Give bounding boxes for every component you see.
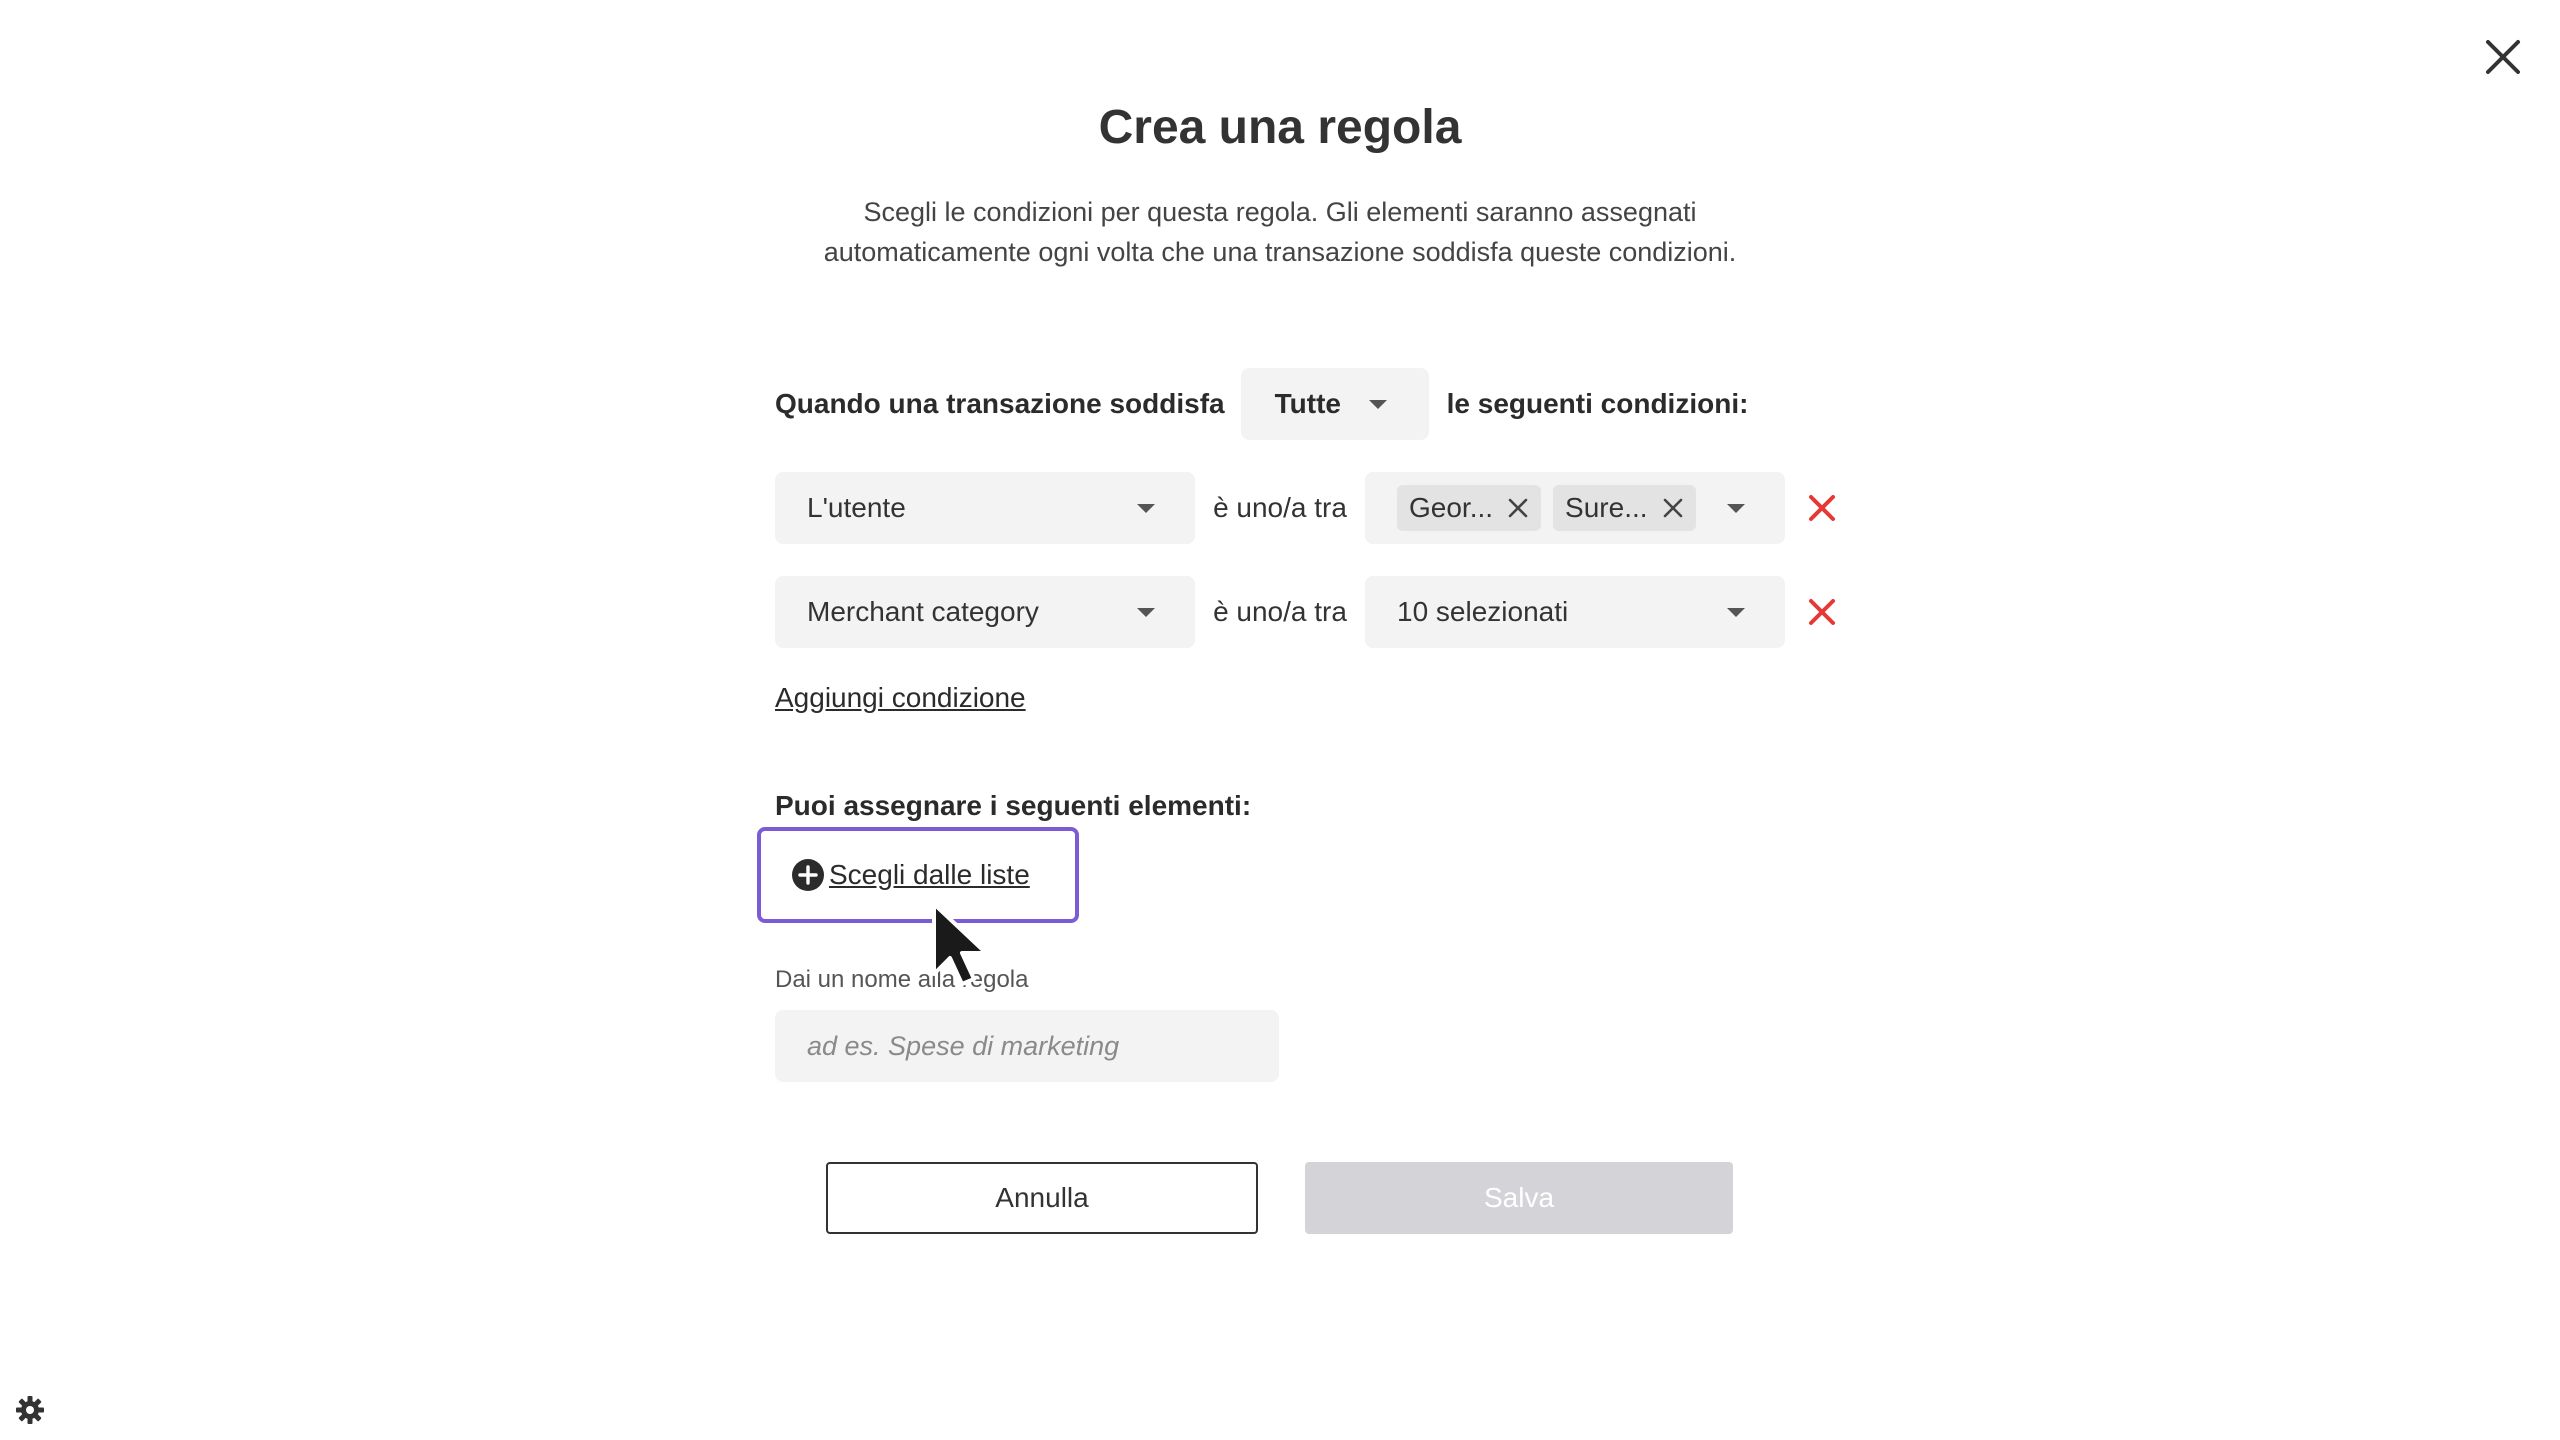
condition-operator: è uno/a tra [1213, 492, 1347, 523]
match-condition-header: Quando una transazione soddisfa Tutte le… [775, 368, 1748, 440]
chip-remove-icon[interactable] [1662, 497, 1684, 519]
create-rule-dialog: Crea una regola Scegli le condizioni per… [0, 0, 2560, 1440]
chevron-down-icon [1727, 503, 1745, 513]
chevron-down-icon [1368, 399, 1387, 409]
rule-name-label: Dai un nome alla regola [775, 966, 1029, 993]
cancel-button[interactable]: Annulla [826, 1162, 1258, 1234]
condition-field-value: Merchant category [807, 596, 1039, 627]
condition-field-select[interactable]: Merchant category [775, 576, 1195, 648]
rule-name-input[interactable] [775, 1010, 1279, 1082]
condition-row-2: Merchant category è uno/a tra 10 selezio… [775, 576, 1837, 648]
assign-elements-label: Puoi assegnare i seguenti elementi: [775, 790, 1252, 821]
chip-remove-icon[interactable] [1507, 497, 1529, 519]
plus-circle-icon [792, 859, 824, 891]
value-chip: Sure... [1553, 485, 1696, 531]
condition-field-select[interactable]: L'utente [775, 472, 1195, 544]
choose-from-lists-focus: Scegli dalle liste [757, 827, 1079, 923]
match-suffix: le seguenti condizioni: [1446, 388, 1749, 419]
chip-label: Sure... [1565, 492, 1648, 523]
condition-value-select[interactable]: 10 selezionati [1365, 576, 1785, 648]
match-prefix: Quando una transazione soddisfa [775, 388, 1225, 419]
choose-from-lists-button[interactable]: Scegli dalle liste [791, 858, 1030, 892]
value-chip: Geor... [1397, 485, 1542, 531]
condition-operator: è uno/a tra [1213, 596, 1347, 627]
match-mode-select[interactable]: Tutte [1240, 368, 1429, 440]
condition-field-value: L'utente [807, 492, 906, 523]
save-button[interactable]: Salva [1305, 1162, 1733, 1234]
close-icon[interactable] [2480, 34, 2526, 80]
condition-value-select[interactable]: Geor... Sure... [1365, 472, 1785, 544]
condition-row-1: L'utente è uno/a tra Geor... Sure... [775, 472, 1837, 544]
dialog-title: Crea una regola [1098, 101, 1462, 154]
dialog-description: Scegli le condizioni per questa regola. … [823, 197, 1737, 267]
remove-condition-icon[interactable] [1807, 493, 1837, 523]
chevron-down-icon [1137, 503, 1155, 513]
chip-label: Geor... [1409, 492, 1494, 523]
add-condition-link[interactable]: Aggiungi condizione [775, 682, 1026, 714]
chevron-down-icon [1137, 607, 1155, 617]
chevron-down-icon [1727, 607, 1745, 617]
gear-icon[interactable] [14, 1394, 46, 1426]
remove-condition-icon[interactable] [1807, 597, 1837, 627]
condition-value-text: 10 selezionati [1397, 596, 1569, 627]
match-mode-value: Tutte [1274, 388, 1341, 419]
choose-from-lists-label: Scegli dalle liste [829, 859, 1030, 890]
